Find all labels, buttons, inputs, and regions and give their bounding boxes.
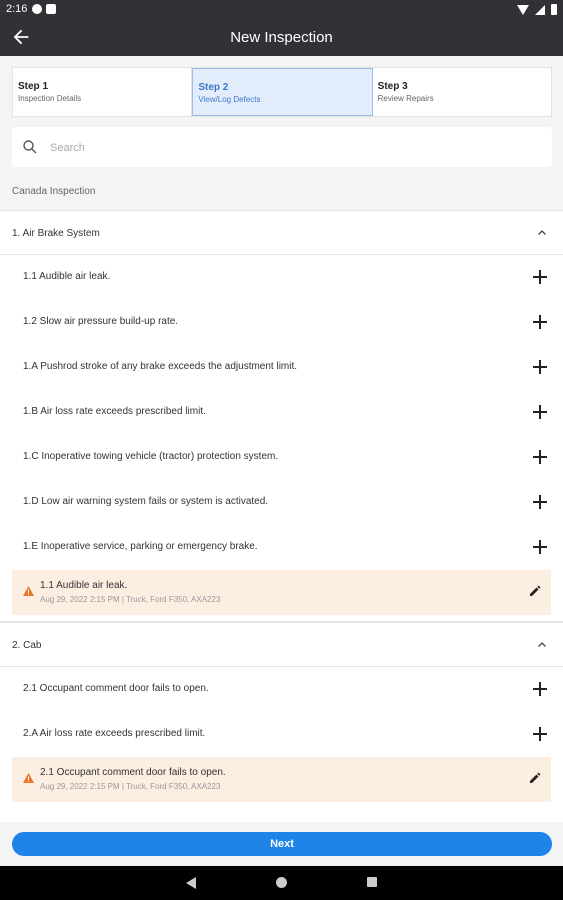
- step-title: Step 2: [198, 82, 229, 93]
- step-title: Step 3: [377, 81, 408, 92]
- next-button[interactable]: Next: [12, 832, 552, 856]
- page-title: New Inspection: [230, 29, 333, 46]
- item-label: 1.E Inoperative service, parking or emer…: [23, 541, 258, 552]
- wifi-icon: [517, 4, 529, 15]
- list-item: 1.B Air loss rate exceeds prescribed lim…: [0, 390, 563, 435]
- defect-meta: Aug 29, 2022 2:15 PM | Truck, Ford F350,…: [40, 782, 221, 791]
- step-1[interactable]: Step 1 Inspection Details: [13, 68, 193, 116]
- add-icon[interactable]: [533, 450, 547, 464]
- step-2[interactable]: Step 2 View/Log Defects: [192, 68, 373, 116]
- signal-icon: [535, 4, 545, 15]
- list-item: 1.D Low air warning system fails or syst…: [0, 480, 563, 525]
- warning-icon: [23, 773, 34, 783]
- item-label: 2.A Air loss rate exceeds prescribed lim…: [23, 728, 206, 739]
- item-label: 1.2 Slow air pressure build-up rate.: [23, 316, 179, 327]
- edit-icon[interactable]: [529, 772, 541, 784]
- item-label: 2.1 Occupant comment door fails to open.: [23, 683, 209, 694]
- item-label: 1.A Pushrod stroke of any brake exceeds …: [23, 361, 298, 372]
- system-nav-bar: [0, 866, 563, 900]
- defect-title: 2.1 Occupant comment door fails to open.: [40, 767, 226, 778]
- search-input[interactable]: [48, 137, 532, 159]
- status-bar: 2:16: [0, 0, 563, 20]
- recents-square-icon[interactable]: [367, 877, 377, 887]
- step-title: Step 1: [18, 81, 49, 92]
- list-item: 1.A Pushrod stroke of any brake exceeds …: [0, 345, 563, 390]
- edit-icon[interactable]: [529, 585, 541, 597]
- chevron-up-icon[interactable]: [537, 640, 547, 650]
- stepper: Step 1 Inspection Details Step 2 View/Lo…: [12, 67, 552, 117]
- app-bar: New Inspection: [0, 20, 563, 56]
- section-label: Canada Inspection: [12, 186, 96, 197]
- battery-icon: [551, 4, 557, 15]
- logged-defect[interactable]: 1.1 Audible air leak. Aug 29, 2022 2:15 …: [12, 570, 551, 615]
- defect-title: 1.1 Audible air leak.: [40, 580, 128, 591]
- search-icon: [23, 140, 37, 154]
- list-item: 1.E Inoperative service, parking or emer…: [0, 525, 563, 570]
- list-item: 1.1 Audible air leak.: [0, 255, 563, 300]
- defect-list: 1. Air Brake System 1.1 Audible air leak…: [0, 210, 563, 822]
- list-item: 1.2 Slow air pressure build-up rate.: [0, 300, 563, 345]
- status-time: 2:16: [6, 3, 28, 15]
- chevron-up-icon[interactable]: [537, 228, 547, 238]
- storage-icon: [46, 4, 56, 14]
- search-bar: [12, 127, 552, 167]
- list-item: 2.A Air loss rate exceeds prescribed lim…: [0, 712, 563, 757]
- group-header-air-brake[interactable]: 1. Air Brake System: [0, 210, 563, 255]
- item-label: 1.1 Audible air leak.: [23, 271, 111, 282]
- notification-icon: [32, 4, 42, 14]
- add-icon[interactable]: [533, 540, 547, 554]
- home-circle-icon[interactable]: [276, 877, 287, 888]
- list-item: 1.C Inoperative towing vehicle (tractor)…: [0, 435, 563, 480]
- item-label: 1.B Air loss rate exceeds prescribed lim…: [23, 406, 206, 417]
- add-icon[interactable]: [533, 315, 547, 329]
- step-subtitle: View/Log Defects: [198, 95, 261, 104]
- add-icon[interactable]: [533, 495, 547, 509]
- step-subtitle: Review Repairs: [377, 94, 434, 103]
- item-label: 1.D Low air warning system fails or syst…: [23, 496, 269, 507]
- add-icon[interactable]: [533, 270, 547, 284]
- step-3[interactable]: Step 3 Review Repairs: [373, 68, 551, 116]
- item-label: 1.C Inoperative towing vehicle (tractor)…: [23, 451, 279, 462]
- logged-defect[interactable]: 2.1 Occupant comment door fails to open.…: [12, 757, 551, 802]
- list-item: 2.1 Occupant comment door fails to open.: [0, 667, 563, 712]
- step-subtitle: Inspection Details: [18, 94, 82, 103]
- warning-icon: [23, 586, 34, 596]
- add-icon[interactable]: [533, 727, 547, 741]
- group-title: 2. Cab: [12, 640, 42, 651]
- group-header-cab[interactable]: 2. Cab: [0, 622, 563, 667]
- add-icon[interactable]: [533, 682, 547, 696]
- group-title: 1. Air Brake System: [12, 228, 100, 239]
- defect-meta: Aug 29, 2022 2:15 PM | Truck, Ford F350,…: [40, 595, 221, 604]
- add-icon[interactable]: [533, 405, 547, 419]
- add-icon[interactable]: [533, 360, 547, 374]
- back-triangle-icon[interactable]: [186, 877, 196, 889]
